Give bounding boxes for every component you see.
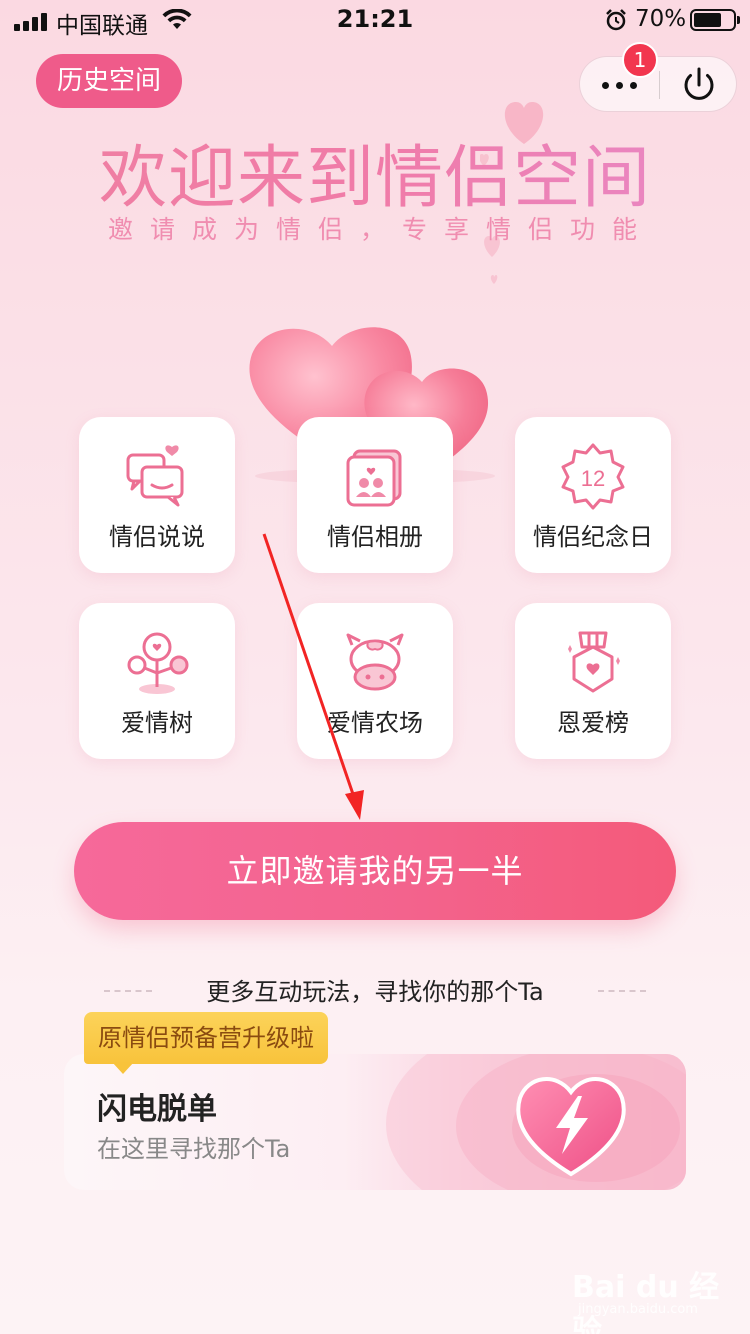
- battery-percent: 70%: [635, 6, 687, 32]
- upgrade-tag: 原情侣预备营升级啦: [84, 1012, 328, 1064]
- lightning-heart-icon: [516, 1077, 626, 1177]
- feature-card-anniversary[interactable]: 12 情侣纪念日: [515, 417, 671, 573]
- page-title: 欢迎来到情侣空间: [0, 122, 750, 221]
- miniapp-capsule: [579, 56, 737, 112]
- feature-label: 情侣相册: [327, 523, 423, 551]
- lightning-dating-banner[interactable]: 闪电脱单 在这里寻找那个Ta: [64, 1054, 686, 1190]
- invite-partner-button[interactable]: 立即邀请我的另一半: [74, 822, 676, 920]
- alarm-icon: [606, 9, 626, 31]
- status-bar: 中国联通 21:21 70%: [0, 0, 750, 44]
- baidu-watermark: Bai du 经验 jingyan.baidu.com: [572, 1262, 722, 1334]
- cow-farm-icon: [346, 633, 404, 691]
- feature-card-couple-posts[interactable]: 情侣说说: [79, 417, 235, 573]
- tag-pointer: [112, 1062, 134, 1074]
- feature-card-love-ranking[interactable]: 恩爱榜: [515, 603, 671, 759]
- page-subtitle: 邀请成为情侣，专享情侣功能: [107, 215, 654, 244]
- feature-label: 爱情农场: [327, 709, 423, 737]
- feature-label: 恩爱榜: [557, 709, 629, 737]
- power-icon: [684, 67, 714, 100]
- close-miniapp-button[interactable]: [660, 57, 738, 113]
- photo-album-icon: [346, 449, 402, 507]
- feature-card-love-tree[interactable]: 爱情树: [79, 603, 235, 759]
- feature-card-love-farm[interactable]: 爱情农场: [297, 603, 453, 759]
- medal-heart-icon: [568, 631, 620, 693]
- feature-label: 情侣纪念日: [533, 523, 653, 551]
- watermark-url: jingyan.baidu.com: [578, 1302, 698, 1317]
- dashed-divider: [598, 990, 646, 992]
- feature-card-couple-album[interactable]: 情侣相册: [297, 417, 453, 573]
- dot-icon: [602, 82, 609, 89]
- battery-icon: [690, 9, 740, 31]
- notification-badge: 1: [622, 42, 658, 78]
- banner-subtitle: 在这里寻找那个Ta: [97, 1135, 291, 1163]
- feature-label: 情侣说说: [109, 523, 205, 551]
- love-tree-icon: [127, 632, 189, 694]
- banner-title: 闪电脱单: [97, 1092, 217, 1127]
- history-space-button[interactable]: 历史空间: [36, 54, 182, 108]
- anniversary-badge-icon: 12: [561, 443, 625, 510]
- anniversary-number: 12: [581, 466, 605, 491]
- chat-bubbles-icon: [126, 445, 184, 507]
- more-section-header: 更多互动玩法，寻找你的那个Ta: [0, 972, 750, 1008]
- feature-label: 爱情树: [121, 709, 193, 737]
- dot-icon: [630, 82, 637, 89]
- dot-icon: [616, 82, 623, 89]
- battery-fill: [694, 13, 721, 27]
- watermark-logo: Bai du 经验: [572, 1270, 720, 1334]
